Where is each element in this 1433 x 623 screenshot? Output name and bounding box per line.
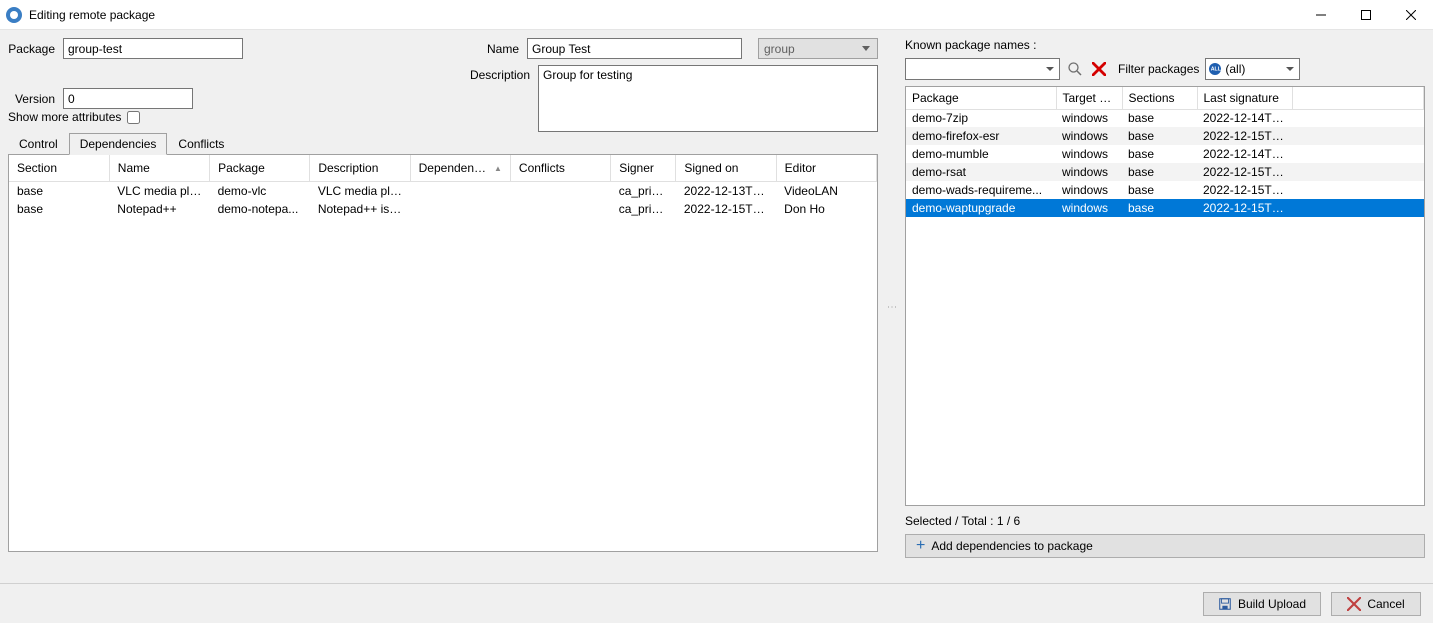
splitter-handle[interactable]: [888, 38, 895, 575]
selection-status: Selected / Total : 1 / 6: [905, 514, 1425, 528]
filter-value: (all): [1225, 62, 1245, 76]
tab-dependencies[interactable]: Dependencies: [69, 133, 168, 155]
clear-icon[interactable]: [1090, 60, 1108, 78]
version-input[interactable]: [63, 88, 193, 109]
save-icon: [1218, 597, 1232, 611]
package-label: Package: [8, 42, 63, 56]
col-editor[interactable]: Editor: [776, 155, 876, 181]
app-icon: [6, 7, 22, 23]
col-signed-on[interactable]: Signed on: [676, 155, 776, 181]
cancel-icon: [1347, 597, 1361, 611]
table-row[interactable]: demo-rsatwindowsbase2022-12-15T09...: [906, 163, 1424, 181]
footer: Build Upload Cancel: [0, 583, 1433, 623]
table-row[interactable]: demo-waptupgradewindowsbase2022-12-15T14…: [906, 199, 1424, 217]
col-section[interactable]: Section: [9, 155, 109, 181]
col-dependencies[interactable]: Dependencies ▲: [410, 155, 510, 181]
window-title: Editing remote package: [29, 8, 1298, 22]
tab-conflicts[interactable]: Conflicts: [167, 133, 235, 155]
build-upload-label: Build Upload: [1238, 597, 1306, 611]
col-conflicts[interactable]: Conflicts: [510, 155, 610, 181]
window-titlebar: Editing remote package: [0, 0, 1433, 30]
package-input[interactable]: [63, 38, 243, 59]
add-dependencies-label: Add dependencies to package: [931, 539, 1092, 553]
pkg-col-package[interactable]: Package: [906, 87, 1056, 109]
table-row[interactable]: baseNotepad++demo-notepa...Notepad++ is …: [9, 200, 877, 218]
tab-control[interactable]: Control: [8, 133, 69, 155]
section-select[interactable]: group: [758, 38, 878, 59]
filter-select[interactable]: (all): [1205, 58, 1300, 80]
table-row[interactable]: demo-mumblewindowsbase2022-12-14T13...: [906, 145, 1424, 163]
table-row[interactable]: demo-firefox-esrwindowsbase2022-12-15T13…: [906, 127, 1424, 145]
col-package[interactable]: Package: [210, 155, 310, 181]
col-name[interactable]: Name: [109, 155, 209, 181]
filter-label: Filter packages: [1118, 62, 1199, 76]
table-row[interactable]: demo-wads-requireme...windowsbase2022-12…: [906, 181, 1424, 199]
known-packages-label: Known package names :: [905, 38, 1425, 52]
pkg-col-target[interactable]: Target OS: [1056, 87, 1122, 109]
show-more-label: Show more attributes: [8, 110, 121, 124]
maximize-button[interactable]: [1343, 0, 1388, 30]
show-more-checkbox[interactable]: [127, 111, 140, 124]
table-row[interactable]: baseVLC media pla...demo-vlcVLC media pl…: [9, 181, 877, 200]
minimize-button[interactable]: [1298, 0, 1343, 30]
description-label: Description: [293, 65, 538, 82]
pkg-col-sections[interactable]: Sections: [1122, 87, 1197, 109]
cancel-button[interactable]: Cancel: [1331, 592, 1421, 616]
col-signer[interactable]: Signer: [611, 155, 676, 181]
table-row[interactable]: demo-7zipwindowsbase2022-12-14T13...: [906, 109, 1424, 127]
pkg-col-lastsig[interactable]: Last signature: [1197, 87, 1292, 109]
tab-strip: Control Dependencies Conflicts: [8, 132, 878, 155]
description-input[interactable]: Group for testing: [538, 65, 878, 132]
name-input[interactable]: [527, 38, 742, 59]
dependencies-table[interactable]: Section Name Package Description Depende…: [8, 155, 878, 552]
add-dependencies-button[interactable]: + Add dependencies to package: [905, 534, 1425, 558]
packages-table[interactable]: Package Target OS Sections Last signatur…: [905, 86, 1425, 506]
package-search-input[interactable]: [905, 58, 1060, 80]
build-upload-button[interactable]: Build Upload: [1203, 592, 1321, 616]
version-label: Version: [8, 92, 63, 106]
col-description[interactable]: Description: [310, 155, 410, 181]
cancel-label: Cancel: [1367, 597, 1404, 611]
name-label: Name: [293, 42, 527, 56]
filter-all-icon: [1209, 63, 1221, 75]
sort-asc-icon: ▲: [494, 164, 502, 173]
search-icon[interactable]: [1066, 60, 1084, 78]
plus-icon: +: [916, 540, 925, 552]
close-button[interactable]: [1388, 0, 1433, 30]
